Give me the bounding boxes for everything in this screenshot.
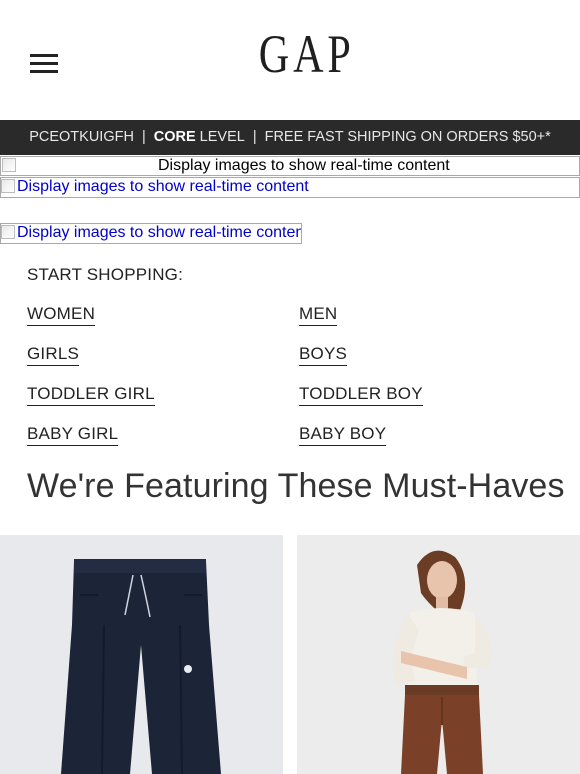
category-link-girls[interactable]: GIRLS [27,345,80,366]
shipping-promo: FREE FAST SHIPPING ON ORDERS $50+* [264,129,551,145]
member-id: PCEOTKUIGFH [29,129,134,145]
image-placeholder-link[interactable]: Display images to show real-time content [0,177,580,198]
navy-jogger-pants-image [61,559,221,774]
gap-logo[interactable]: GAP [259,24,351,84]
start-shopping-label: START SHOPPING: [27,265,184,284]
category-link-women[interactable]: WOMEN [27,305,96,326]
image-placeholder-text: Display images to show real-time content [17,178,309,195]
broken-image-icon [2,158,16,172]
member-level-bold: CORE [153,129,196,145]
image-placeholder-link[interactable]: Display images to show real-time content [0,223,302,244]
category-link-baby-girl[interactable]: BABY GIRL [27,425,119,446]
separator: | [141,129,146,145]
category-link-toddler-boy[interactable]: TODDLER BOY [299,385,423,406]
broken-image-icon [1,225,15,239]
member-level-text: LEVEL [199,129,245,145]
product-card-womens[interactable] [297,535,580,774]
header: GAP [0,0,580,120]
image-placeholder-text: Display images to show real-time content [158,157,450,174]
featured-section-title: We're Featuring These Must-Haves [27,467,565,505]
broken-image-icon [1,179,15,193]
category-link-boys[interactable]: BOYS [299,345,348,366]
woman-white-sweater-brown-cords-image [392,550,492,774]
separator: | [252,129,257,145]
member-promo-bar[interactable]: PCEOTKUIGFH | CORE LEVEL | FREE FAST SHIPPIN… [0,120,580,155]
category-link-toddler-girl[interactable]: TODDLER GIRL [27,385,155,406]
image-placeholder-text: Display images to show real-time content [17,224,302,241]
image-placeholder-banner: Display images to show real-time content [0,156,580,176]
hamburger-menu-icon[interactable] [30,54,58,74]
product-card-jogger[interactable] [0,535,283,774]
category-link-baby-boy[interactable]: BABY BOY [299,425,387,446]
category-link-men[interactable]: MEN [299,305,338,326]
